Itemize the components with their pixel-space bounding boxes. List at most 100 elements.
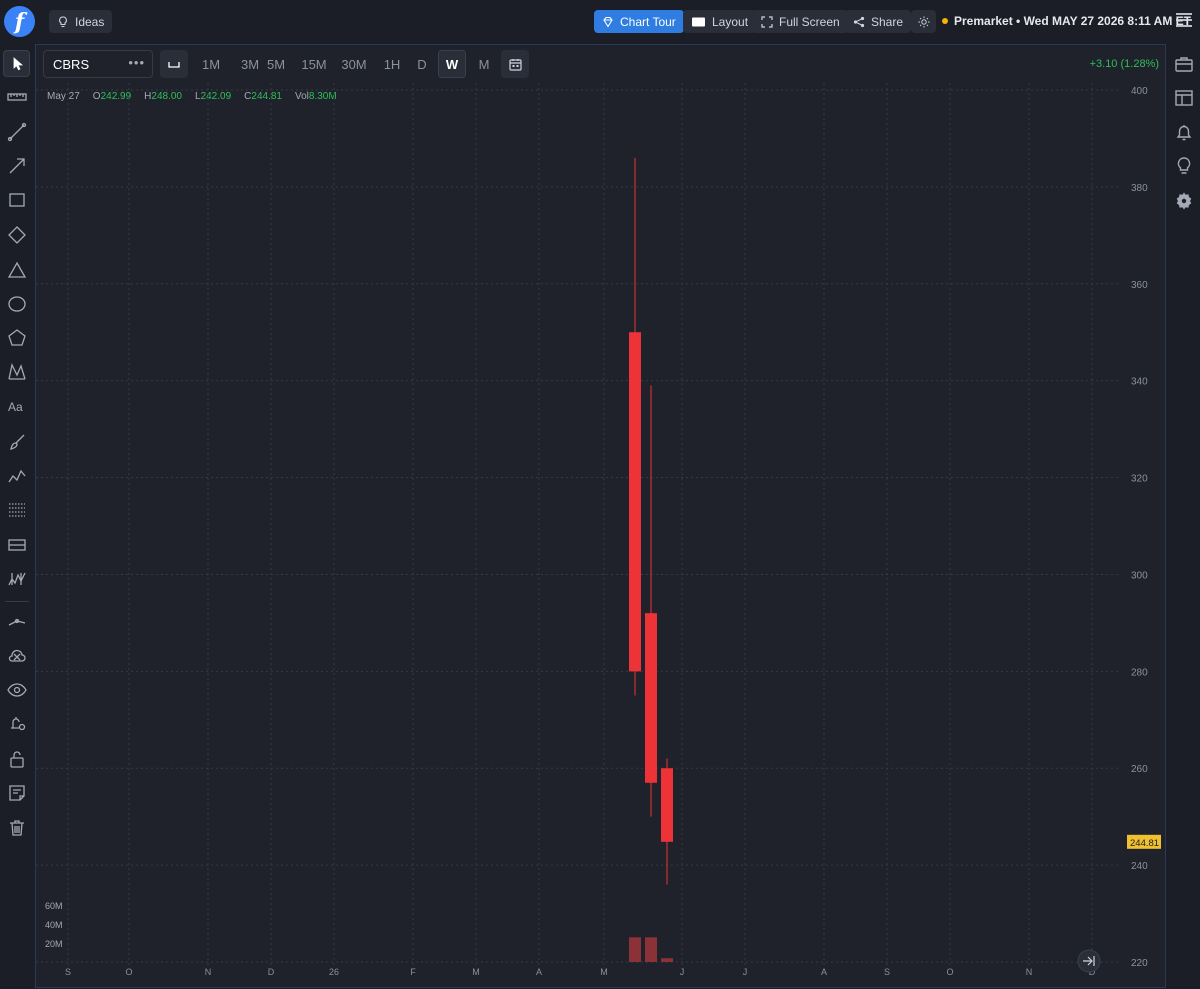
candle-body[interactable]: [629, 332, 641, 672]
volume-bar: [645, 937, 657, 962]
polygon-tool[interactable]: [3, 324, 30, 351]
measure-tool[interactable]: [3, 83, 30, 110]
alerts-button[interactable]: [1174, 122, 1194, 142]
fib-retracement-tool[interactable]: [3, 496, 30, 523]
visibility-tool[interactable]: [3, 676, 30, 703]
x-tick-label: O: [946, 967, 953, 977]
x-tick-label: N: [205, 967, 212, 977]
y-tick-label: 300: [1131, 570, 1148, 581]
note-icon: [8, 784, 25, 801]
y-tick-label: 380: [1131, 183, 1148, 194]
ideas-panel-button[interactable]: [1174, 156, 1194, 176]
expand-icon: [761, 15, 773, 28]
triangle-tool[interactable]: [3, 256, 30, 283]
share-label: Share: [871, 14, 904, 29]
session-text: Premarket • Wed MAY 27 2026 8:11 AM ET: [954, 14, 1191, 28]
session-dot: [942, 18, 948, 24]
rotated-rectangle-tool[interactable]: [3, 221, 30, 248]
lock-icon: [9, 750, 24, 768]
ellipse-icon: [7, 295, 26, 312]
x-tick-label: M: [472, 967, 480, 977]
layout-panel-button[interactable]: [1174, 88, 1194, 108]
volume-bar: [629, 937, 641, 962]
ideas-label: Ideas: [75, 14, 105, 29]
line-node-icon: [8, 618, 25, 626]
pattern-icon: [7, 362, 26, 380]
trash-icon: [9, 819, 24, 836]
watchlist-button[interactable]: [1174, 54, 1194, 74]
delete-drawings-tool[interactable]: [3, 814, 30, 841]
price-range-tool[interactable]: [3, 531, 30, 558]
lightbulb-icon: [59, 15, 67, 27]
rectangle-tool[interactable]: [3, 186, 30, 213]
x-tick-label: M: [600, 967, 608, 977]
hide-drawings-tool[interactable]: [3, 642, 30, 669]
toolbar-divider: [5, 601, 29, 602]
y-tick-label: 340: [1131, 377, 1148, 388]
share-button[interactable]: Share: [845, 10, 912, 33]
diamond-icon: [603, 16, 613, 28]
brush-tool[interactable]: [3, 428, 30, 455]
app-logo[interactable]: f: [4, 6, 35, 37]
xabcd-pattern-tool[interactable]: [3, 358, 30, 385]
chart-panel[interactable]: CBRS ••• 1M 3M 5M 15M 30M 1H D W M +3.10 (1.28%)…: [35, 44, 1166, 988]
alert-visibility-tool[interactable]: [3, 710, 30, 737]
arrow-tool[interactable]: [3, 152, 30, 179]
lightbulb-icon: [1177, 157, 1191, 174]
drawing-toolbar: Aa: [0, 45, 34, 989]
hamburger-menu-icon[interactable]: [1175, 12, 1193, 28]
x-tick-label: 26: [329, 967, 339, 977]
market-session-status: Premarket • Wed MAY 27 2026 8:11 AM ET: [942, 14, 1191, 28]
path-tool[interactable]: [3, 462, 30, 489]
sun-icon: [918, 16, 929, 27]
y-tick-label: 220: [1131, 958, 1148, 969]
notes-tool[interactable]: [3, 779, 30, 806]
text-tool[interactable]: Aa: [3, 393, 30, 420]
forecast-icon: [7, 572, 26, 585]
chart-tour-button[interactable]: Chart Tour: [594, 10, 684, 33]
price-axis[interactable]: [1119, 83, 1165, 987]
ellipse-tool[interactable]: [3, 290, 30, 317]
volume-tick-label: 40M: [45, 920, 63, 930]
x-tick-label: F: [410, 967, 416, 977]
table-icon: [1175, 90, 1193, 106]
trend-line-tool[interactable]: [3, 118, 30, 145]
x-tick-label: A: [821, 967, 827, 977]
layout-icon: [692, 17, 705, 26]
x-tick-label: J: [743, 967, 748, 977]
arrow-icon: [9, 157, 25, 173]
triangle-icon: [7, 261, 26, 278]
y-tick-label: 280: [1131, 667, 1148, 678]
candle-body[interactable]: [661, 768, 673, 842]
forecast-tool[interactable]: [3, 565, 30, 592]
trend-line-icon: [7, 122, 26, 141]
ideas-button[interactable]: Ideas: [49, 10, 113, 33]
full-screen-button[interactable]: Full Screen: [753, 10, 848, 33]
cursor-tool[interactable]: [3, 50, 30, 77]
right-panel-toolbar: [1167, 45, 1200, 989]
magnet-tool[interactable]: [3, 607, 30, 634]
y-tick-label: 320: [1131, 474, 1148, 485]
top-bar: f Ideas Chart Tour Layout Full Screen Sh…: [0, 0, 1200, 43]
volume-bar: [661, 958, 673, 962]
volume-tick-label: 60M: [45, 901, 63, 911]
brush-icon: [9, 434, 24, 450]
eye-icon: [6, 682, 27, 697]
lock-drawings-tool[interactable]: [3, 745, 30, 772]
x-tick-label: N: [1026, 967, 1033, 977]
rotated-rectangle-icon: [7, 225, 26, 244]
y-tick-label: 360: [1131, 280, 1148, 291]
last-price-label: 244.81: [1130, 838, 1159, 849]
candlestick-chart[interactable]: 400 380 360 340 320 300 280 260 240 220 S O N D 26 F M A M…: [36, 45, 1165, 987]
x-tick-label: S: [65, 967, 71, 977]
layout-button[interactable]: Layout: [683, 10, 757, 33]
x-tick-label: A: [536, 967, 542, 977]
x-tick-label: O: [125, 967, 132, 977]
share-icon: [853, 16, 865, 27]
theme-toggle-button[interactable]: [911, 10, 936, 33]
full-screen-label: Full Screen: [779, 14, 840, 29]
y-tick-label: 400: [1131, 86, 1148, 97]
settings-button[interactable]: [1174, 191, 1194, 211]
cursor-icon: [13, 56, 23, 70]
candle-body[interactable]: [645, 613, 657, 783]
